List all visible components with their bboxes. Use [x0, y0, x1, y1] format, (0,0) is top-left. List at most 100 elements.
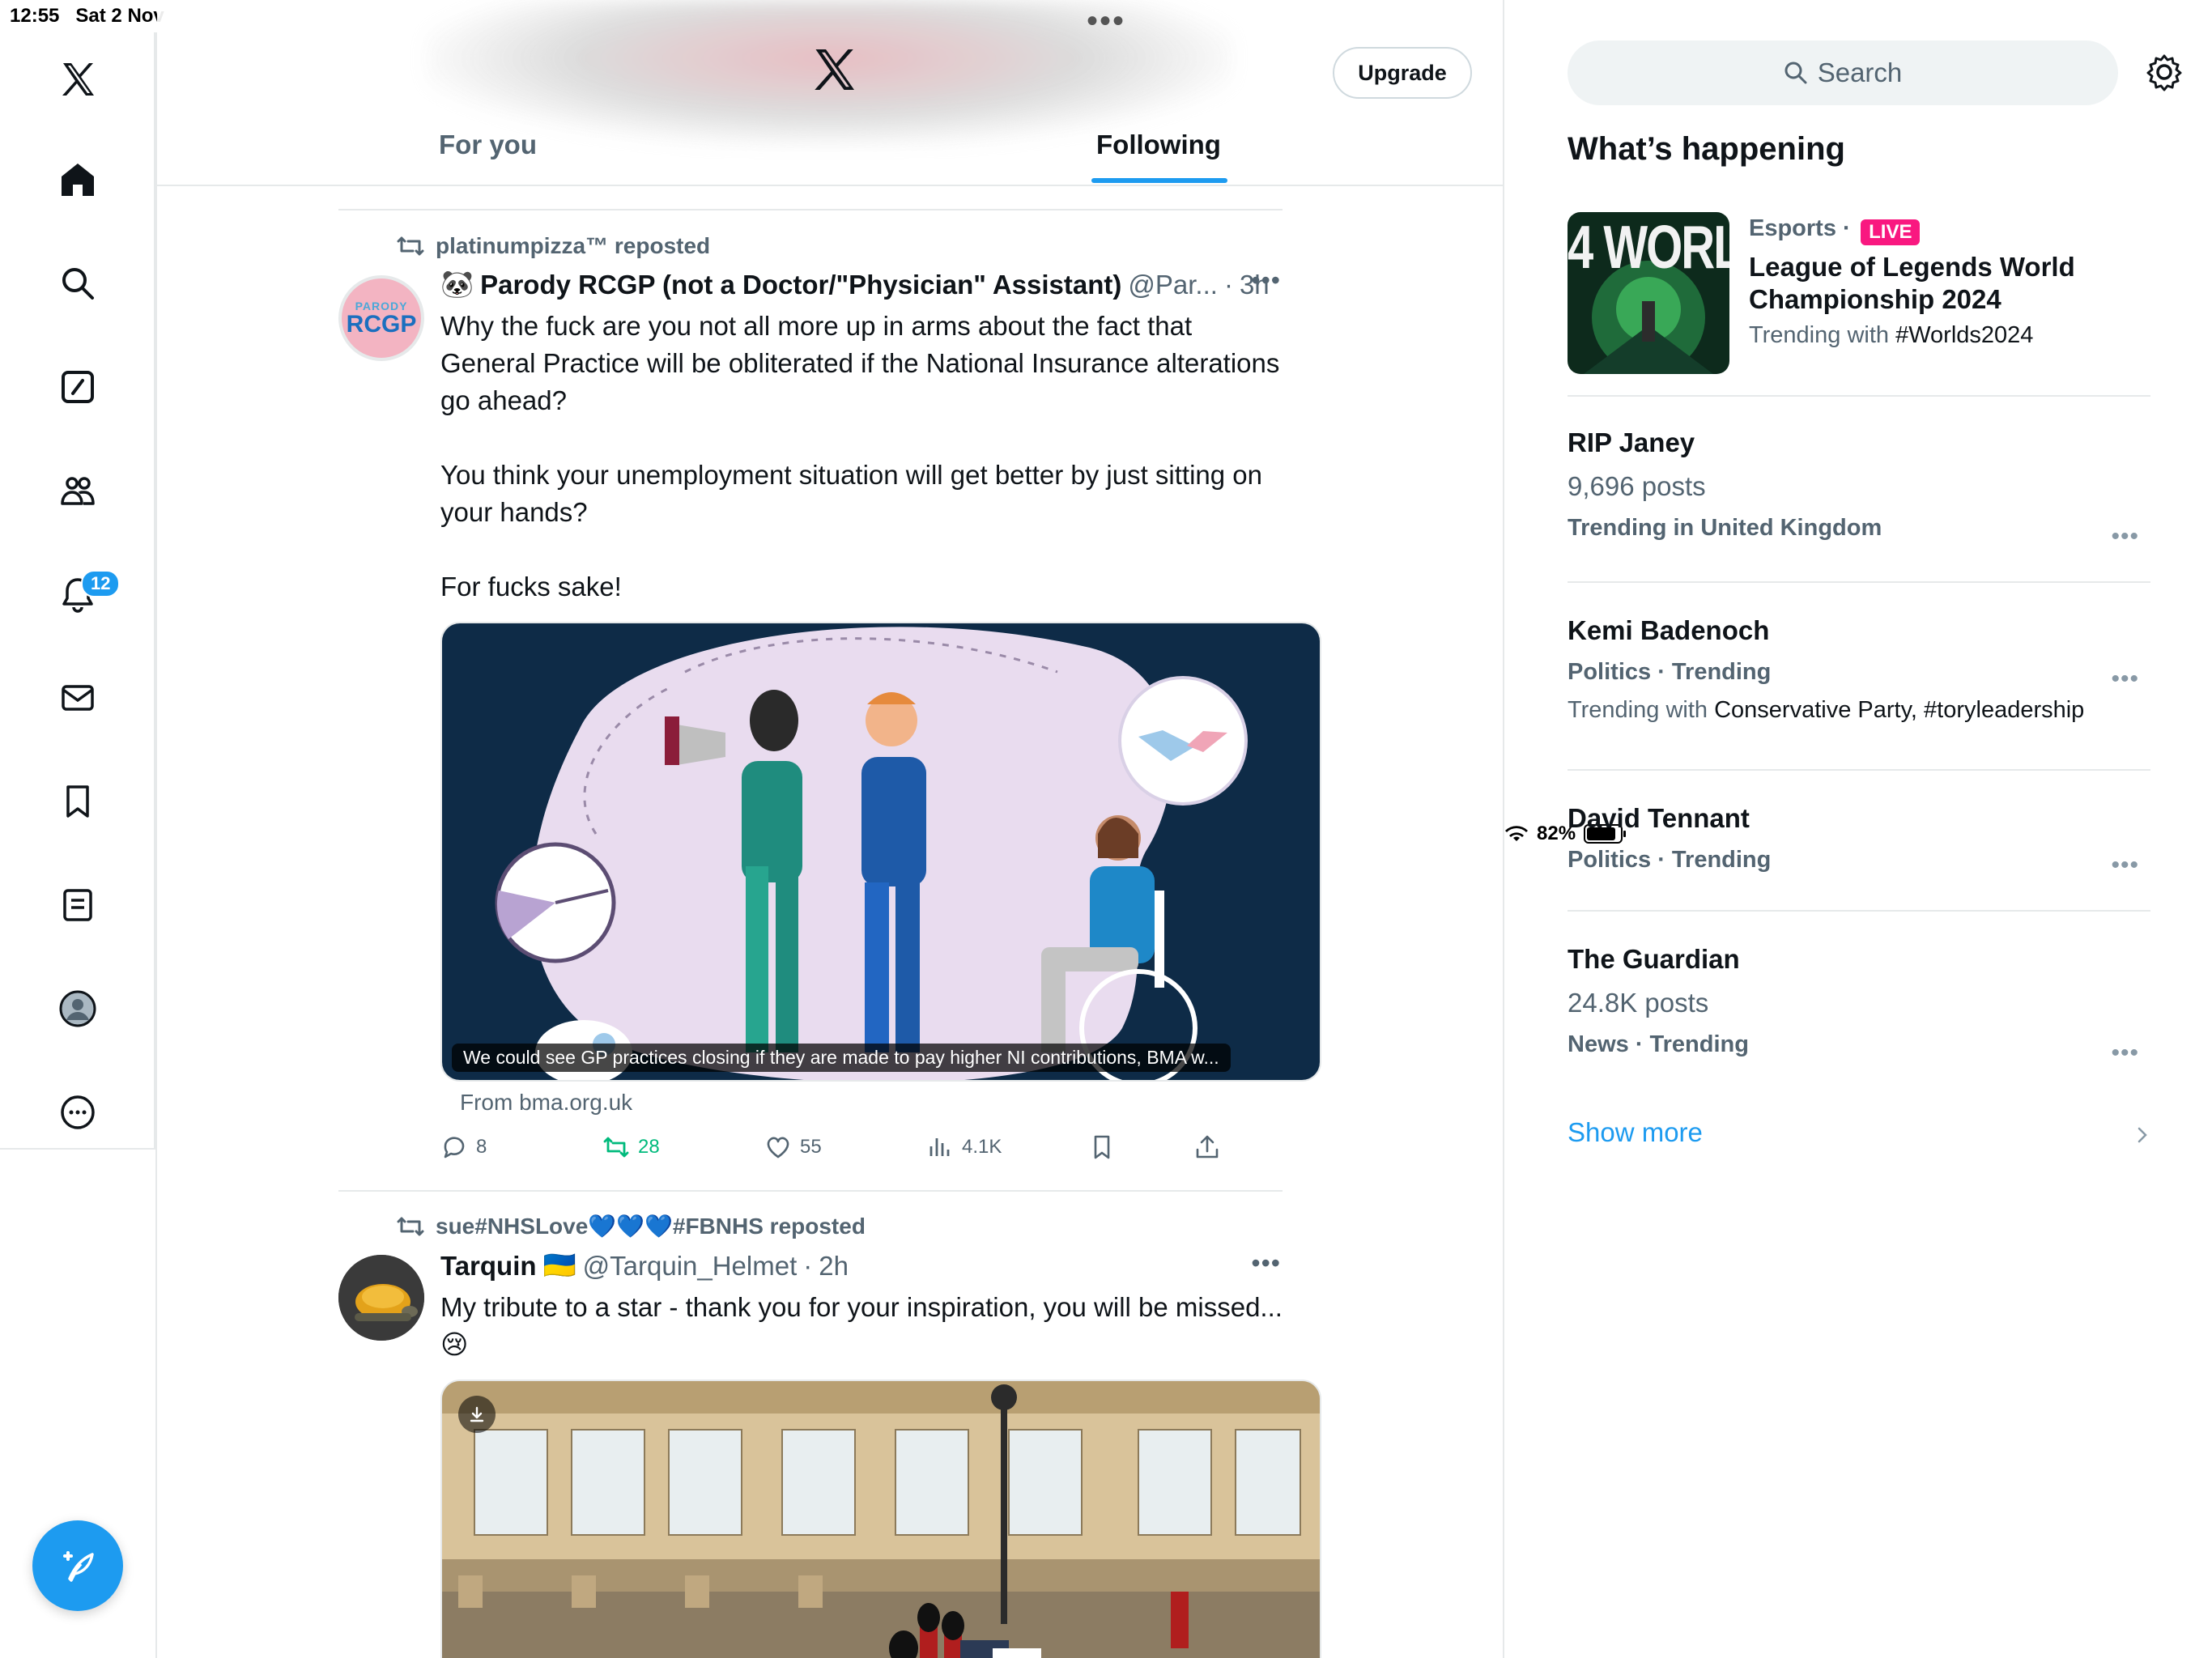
- trend-more-icon[interactable]: •••: [2111, 1039, 2139, 1067]
- post-card[interactable]: sue#NHSLove💙💙💙#FBNHS reposted Tarquin 🇺🇦…: [338, 1190, 1321, 1658]
- share-button[interactable]: [1193, 1133, 1221, 1161]
- post-author-line: Tarquin 🇺🇦 @Tarquin_Helmet · 2h: [440, 1250, 849, 1282]
- live-badge: LIVE: [1861, 219, 1921, 245]
- post-more-icon[interactable]: •••: [1251, 266, 1281, 295]
- trend-count: 9,696 posts: [1568, 471, 1706, 501]
- author-handle[interactable]: @Par...: [1128, 270, 1218, 300]
- views-chart-icon: [929, 1138, 950, 1156]
- compose-feather-icon: [63, 1551, 94, 1582]
- flag: 🇺🇦: [542, 1250, 576, 1280]
- divider: [1568, 581, 2150, 583]
- author-name[interactable]: Tarquin: [440, 1251, 537, 1282]
- bookmark-icon: [1094, 1135, 1110, 1159]
- trend-more-icon[interactable]: •••: [2111, 523, 2139, 551]
- repost-button[interactable]: 28: [602, 1133, 660, 1161]
- trend-category: Esports ·: [1749, 215, 1851, 241]
- multitasking-dots[interactable]: •••: [1087, 3, 1125, 40]
- download-icon: [470, 1406, 484, 1422]
- like-button[interactable]: 55: [764, 1133, 822, 1161]
- search-icon: [1784, 62, 1807, 84]
- timeline-header: ••• Upgrade For you Following: [157, 0, 1503, 186]
- active-tab-indicator: [1091, 178, 1227, 183]
- trend-image-text: 4 WORLDS F: [1568, 213, 1729, 282]
- author-handle[interactable]: @Tarquin_Helmet: [583, 1251, 798, 1282]
- tab-following[interactable]: Following: [1096, 130, 1221, 160]
- show-more-link[interactable]: Show more: [1568, 1117, 1703, 1148]
- palace-video-frame: [442, 1381, 1320, 1658]
- trend-item[interactable]: 4 WORLDS F Esports · LIVE League of Lege…: [1568, 212, 2150, 379]
- trend-title: David Tennant: [1568, 803, 1750, 833]
- status-time: 12:55 Sat 2 Nov: [10, 5, 164, 27]
- explore-search-icon[interactable]: [45, 251, 110, 316]
- x-logo-icon[interactable]: [810, 45, 858, 94]
- trend-with: Trending with Conservative Party, #toryl…: [1568, 697, 2085, 723]
- tab-for-you[interactable]: For you: [439, 130, 537, 160]
- settings-gear-icon[interactable]: [2144, 52, 2184, 92]
- author-name[interactable]: Parody RCGP (not a Doctor/"Physician" As…: [480, 270, 1121, 300]
- post-time[interactable]: 2h: [819, 1251, 849, 1282]
- chevron-right-icon: [2138, 1127, 2147, 1143]
- campaign-illustration: [442, 623, 1320, 1080]
- tortoise-helmet-image: [338, 1255, 424, 1341]
- repost-active-icon: [603, 1137, 629, 1158]
- trend-title: RIP Janey: [1568, 427, 1695, 457]
- trend-category: Trending in United Kingdom: [1568, 515, 1882, 541]
- trend-title: The Guardian: [1568, 944, 1740, 974]
- divider: [1568, 769, 2150, 771]
- link-card-caption: We could see GP practices closing if the…: [452, 1044, 1231, 1072]
- main-timeline: platinumpizza™ reposted PARODY RCGP 🐼 Pa…: [157, 0, 1504, 1658]
- home-icon[interactable]: [45, 147, 110, 212]
- author-avatar[interactable]: [338, 1255, 424, 1341]
- bookmark-button[interactable]: [1088, 1133, 1116, 1161]
- views-button[interactable]: 4.1K: [926, 1133, 1002, 1161]
- notifications-bell-icon[interactable]: 12: [45, 562, 121, 627]
- video-media[interactable]: [440, 1380, 1321, 1658]
- reply-icon: [444, 1137, 465, 1158]
- trend-category: Politics · Trending: [1568, 847, 1772, 873]
- post-author-line: 🐼 Parody RCGP (not a Doctor/"Physician" …: [440, 269, 1270, 300]
- trend-item[interactable]: Kemi Badenoch Politics · Trending Trendi…: [1568, 615, 2150, 745]
- trend-title: Kemi Badenoch: [1568, 615, 1770, 645]
- repost-icon: [397, 1217, 424, 1235]
- trend-item[interactable]: RIP Janey 9,696 posts Trending in United…: [1568, 427, 2150, 557]
- bookmarks-icon[interactable]: [45, 769, 110, 834]
- communities-icon[interactable]: [45, 458, 110, 523]
- upgrade-button[interactable]: Upgrade: [1333, 47, 1472, 99]
- divider: [1568, 910, 2150, 912]
- search-input[interactable]: Search: [1568, 40, 2118, 105]
- post-card[interactable]: platinumpizza™ reposted PARODY RCGP 🐼 Pa…: [338, 209, 1321, 1192]
- right-sidebar: Search What’s happening 4 WORLDS F Espor…: [1504, 0, 2212, 1658]
- x-logo-icon[interactable]: [45, 47, 110, 112]
- trend-item[interactable]: David Tennant Politics · Trending •••: [1568, 803, 2150, 892]
- trend-more-icon[interactable]: •••: [2111, 665, 2139, 693]
- post-text: My tribute to a star - thank you for you…: [440, 1292, 1283, 1359]
- messages-envelope-icon[interactable]: [45, 665, 110, 730]
- trend-item[interactable]: The Guardian 24.8K posts News · Trending…: [1568, 944, 2150, 1073]
- link-source[interactable]: From bma.org.uk: [460, 1090, 632, 1116]
- download-video-button[interactable]: [458, 1396, 496, 1433]
- trend-category: News · Trending: [1568, 1031, 1749, 1057]
- reply-button[interactable]: 8: [440, 1133, 487, 1161]
- whats-happening-title: What’s happening: [1568, 131, 1845, 167]
- trend-count: 24.8K posts: [1568, 988, 1709, 1018]
- profile-avatar-icon[interactable]: [45, 976, 110, 1041]
- trend-category: Politics · Trending: [1568, 659, 1772, 685]
- left-navigation: 12: [0, 32, 155, 1150]
- more-options-icon[interactable]: [45, 1080, 110, 1145]
- divider: [1568, 395, 2150, 397]
- link-card-image[interactable]: We could see GP practices closing if the…: [440, 622, 1321, 1082]
- author-avatar[interactable]: PARODY RCGP: [338, 275, 424, 361]
- trend-title: League of Legends World Championship 202…: [1749, 252, 2075, 314]
- heart-icon: [767, 1137, 789, 1158]
- compose-post-button[interactable]: [32, 1520, 123, 1611]
- post-more-icon[interactable]: •••: [1251, 1248, 1281, 1278]
- post-text: Why the fuck are you not all more up in …: [440, 311, 1280, 602]
- lists-icon[interactable]: [45, 873, 110, 937]
- repost-icon: [397, 236, 424, 256]
- trend-image: 4 WORLDS F: [1568, 212, 1729, 374]
- grok-icon[interactable]: [45, 355, 110, 419]
- trend-with: Trending with #Worlds2024: [1749, 322, 2034, 348]
- trend-more-icon[interactable]: •••: [2111, 852, 2139, 879]
- repost-attribution: platinumpizza™ reposted: [397, 233, 710, 259]
- repost-attribution: sue#NHSLove💙💙💙#FBNHS reposted: [397, 1213, 866, 1239]
